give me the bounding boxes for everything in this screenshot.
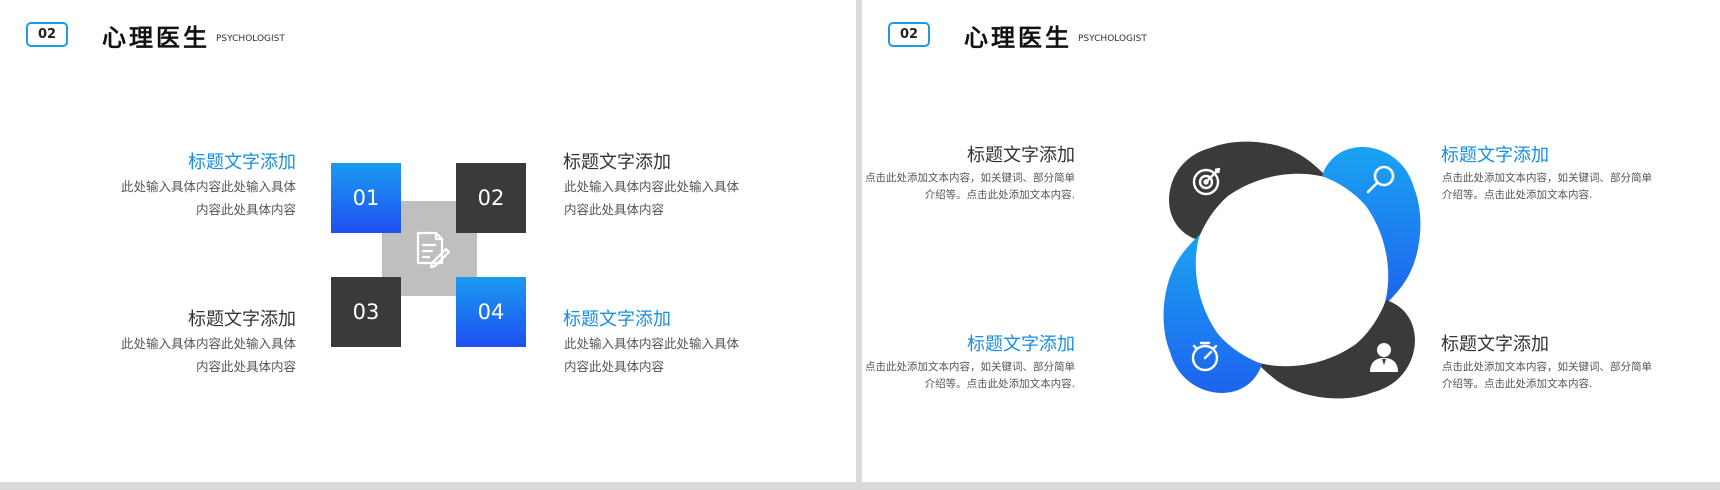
item-3-title: 标题文字添加 — [188, 309, 296, 330]
item-3-desc-line1: 此处输入具体内容此处输入具体 — [120, 336, 296, 351]
petal-bottom-left — [1163, 234, 1262, 393]
item-2-desc-line1: 此处输入具体内容此处输入具体 — [564, 179, 740, 194]
item-4-desc: 点击此处添加文本内容，如关键词、部分简单 介绍等。点击此处添加文本内容. — [1442, 359, 1662, 393]
slide-heading: 心理医生 — [964, 24, 1072, 52]
item-4-title: 标题文字添加 — [563, 309, 671, 330]
number-tile-03: 03 — [331, 277, 401, 347]
item-4-desc-line2: 介绍等。点击此处添加文本内容. — [1442, 378, 1593, 390]
item-3-title: 标题文字添加 — [967, 334, 1075, 355]
petal-bottom-right — [1256, 300, 1415, 399]
petal-diagram — [1163, 141, 1421, 399]
item-4-desc: 此处输入具体内容此处输入具体 内容此处具体内容 — [564, 332, 739, 378]
slide-1: 02 心理医生 PSYCHOLOGIST 标题文字添加 此处输入具体内容此处输入… — [0, 0, 856, 482]
item-3-desc: 此处输入具体内容此处输入具体 内容此处具体内容 — [121, 332, 296, 378]
item-2-title: 标题文字添加 — [1441, 145, 1549, 166]
petal-top-left — [1169, 141, 1328, 240]
item-3-desc: 点击此处添加文本内容，如关键词、部分简单 介绍等。点击此处添加文本内容. — [862, 359, 1075, 393]
slide-subheading: PSYCHOLOGIST — [1078, 34, 1147, 44]
section-badge: 02 — [888, 22, 930, 47]
item-2-desc: 此处输入具体内容此处输入具体 内容此处具体内容 — [564, 175, 739, 221]
item-4-title: 标题文字添加 — [1441, 334, 1549, 355]
item-4-desc-line1: 此处输入具体内容此处输入具体 — [564, 336, 740, 351]
item-1-title: 标题文字添加 — [188, 152, 296, 173]
item-4-desc-line1: 点击此处添加文本内容，如关键词、部分简单 — [1442, 361, 1652, 373]
item-1-desc-line1: 点击此处添加文本内容，如关键词、部分简单 — [865, 172, 1075, 184]
item-3-desc-line2: 内容此处具体内容 — [195, 359, 296, 374]
petal-top-right — [1322, 147, 1421, 306]
item-2-desc: 点击此处添加文本内容，如关键词、部分简单 介绍等。点击此处添加文本内容. — [1442, 170, 1662, 204]
slide-subheading: PSYCHOLOGIST — [216, 34, 285, 44]
number-tile-01: 01 — [331, 163, 401, 233]
item-2-desc-line2: 内容此处具体内容 — [564, 202, 665, 217]
number-tile-04: 04 — [456, 277, 526, 347]
item-2-desc-line1: 点击此处添加文本内容，如关键词、部分简单 — [1442, 172, 1652, 184]
slide-2: 02 心理医生 PSYCHOLOGIST 标题文字添加 点击此处添加文本内容，如… — [862, 0, 1720, 482]
slide-heading: 心理医生 — [102, 24, 210, 52]
item-1-desc-line2: 内容此处具体内容 — [195, 202, 296, 217]
item-1-desc-line2: 介绍等。点击此处添加文本内容. — [924, 189, 1075, 201]
item-3-desc-line1: 点击此处添加文本内容，如关键词、部分简单 — [865, 361, 1075, 373]
item-1-desc: 此处输入具体内容此处输入具体 内容此处具体内容 — [121, 175, 296, 221]
item-1-title: 标题文字添加 — [967, 145, 1075, 166]
item-1-desc: 点击此处添加文本内容，如关键词、部分简单 介绍等。点击此处添加文本内容. — [862, 170, 1075, 204]
item-2-desc-line2: 介绍等。点击此处添加文本内容. — [1442, 189, 1593, 201]
item-4-desc-line2: 内容此处具体内容 — [564, 359, 665, 374]
section-badge: 02 — [26, 22, 68, 47]
item-2-title: 标题文字添加 — [563, 152, 671, 173]
item-1-desc-line1: 此处输入具体内容此处输入具体 — [120, 179, 296, 194]
number-tile-02: 02 — [456, 163, 526, 233]
item-3-desc-line2: 介绍等。点击此处添加文本内容. — [924, 378, 1075, 390]
